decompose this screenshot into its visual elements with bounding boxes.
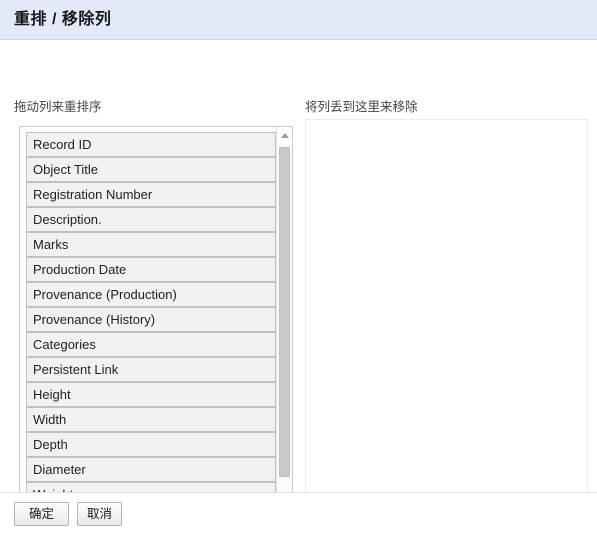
column-list-scrollbar[interactable]	[276, 127, 292, 517]
list-item[interactable]: Registration Number	[26, 182, 276, 207]
list-item[interactable]: Persistent Link	[26, 357, 276, 382]
list-item[interactable]: Width	[26, 407, 276, 432]
scroll-up-button[interactable]	[277, 127, 292, 143]
remove-panel-label: 将列丢到这里来移除	[305, 100, 418, 114]
list-item[interactable]: Height	[26, 382, 276, 407]
list-item[interactable]: Categories	[26, 332, 276, 357]
list-item[interactable]: Object Title	[26, 157, 276, 182]
column-list-container[interactable]: Record ID Object Title Registration Number…	[19, 126, 293, 518]
scroll-up-arrow-icon	[280, 132, 289, 138]
page-title: 重排 / 移除列	[14, 10, 112, 28]
cancel-button[interactable]: 取消	[77, 502, 123, 526]
remove-drop-zone[interactable]	[305, 119, 588, 518]
list-item[interactable]: Diameter	[26, 457, 276, 482]
scrollbar-thumb[interactable]	[279, 147, 290, 477]
dialog-header: 重排 / 移除列	[0, 0, 597, 40]
dialog-footer: 确定 取消	[0, 492, 597, 535]
list-item[interactable]: Production Date	[26, 257, 276, 282]
list-item[interactable]: Description.	[26, 207, 276, 232]
list-item[interactable]: Depth	[26, 432, 276, 457]
reorder-panel-label: 拖动列来重排序	[14, 100, 102, 114]
ok-button[interactable]: 确定	[14, 502, 70, 526]
column-list: Record ID Object Title Registration Number…	[20, 127, 276, 517]
list-item[interactable]: Record ID	[26, 132, 276, 157]
dialog-body: 拖动列来重排序 将列丢到这里来移除 Record ID Object Title R…	[0, 40, 597, 518]
reorder-remove-columns-dialog: 重排 / 移除列 拖动列来重排序 将列丢到这里来移除 Record ID Obje…	[0, 0, 597, 535]
list-item[interactable]: Provenance (History)	[26, 307, 276, 332]
list-item[interactable]: Provenance (Production)	[26, 282, 276, 307]
list-item[interactable]: Marks	[26, 232, 276, 257]
